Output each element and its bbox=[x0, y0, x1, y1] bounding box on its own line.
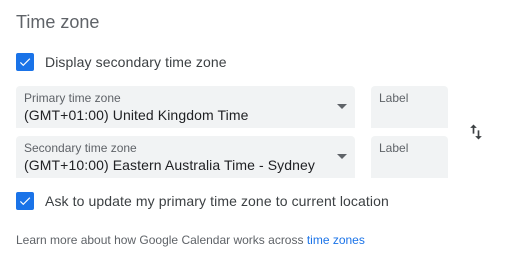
section-title: Time zone bbox=[16, 12, 100, 32]
time-zones-link[interactable]: time zones bbox=[307, 233, 365, 247]
primary-label-field[interactable]: Label bbox=[371, 86, 448, 128]
secondary-label-placeholder: Label bbox=[379, 141, 409, 155]
ask-update-row[interactable]: Ask to update my primary time zone to cu… bbox=[16, 191, 389, 211]
ask-update-label: Ask to update my primary time zone to cu… bbox=[45, 193, 389, 209]
time-zone-settings: Time zone Display secondary time zone Pr… bbox=[0, 0, 512, 255]
primary-label-placeholder: Label bbox=[379, 91, 409, 105]
dropdown-arrow-icon bbox=[337, 104, 347, 109]
learn-more-text: Learn more about how Google Calendar wor… bbox=[16, 233, 365, 247]
dropdown-arrow-icon bbox=[337, 154, 347, 159]
secondary-label-field[interactable]: Label bbox=[371, 136, 448, 178]
display-secondary-row[interactable]: Display secondary time zone bbox=[16, 52, 227, 72]
display-secondary-checkbox[interactable] bbox=[16, 53, 34, 71]
learn-more-prefix: Learn more about how Google Calendar wor… bbox=[16, 233, 307, 247]
primary-time-zone-select[interactable]: Primary time zone (GMT+01:00) United Kin… bbox=[16, 86, 355, 128]
swap-time-zones-button[interactable] bbox=[464, 120, 488, 144]
display-secondary-label: Display secondary time zone bbox=[45, 54, 227, 70]
ask-update-checkbox[interactable] bbox=[16, 192, 34, 210]
secondary-time-zone-value: (GMT+10:00) Eastern Australia Time - Syd… bbox=[24, 157, 316, 173]
check-icon bbox=[19, 197, 31, 206]
primary-time-zone-value: (GMT+01:00) United Kingdom Time bbox=[24, 107, 249, 123]
swap-vert-icon bbox=[470, 124, 482, 140]
primary-time-zone-caption: Primary time zone bbox=[24, 91, 121, 105]
secondary-time-zone-select[interactable]: Secondary time zone (GMT+10:00) Eastern … bbox=[16, 136, 355, 178]
secondary-time-zone-caption: Secondary time zone bbox=[24, 141, 137, 155]
check-icon bbox=[19, 58, 31, 67]
